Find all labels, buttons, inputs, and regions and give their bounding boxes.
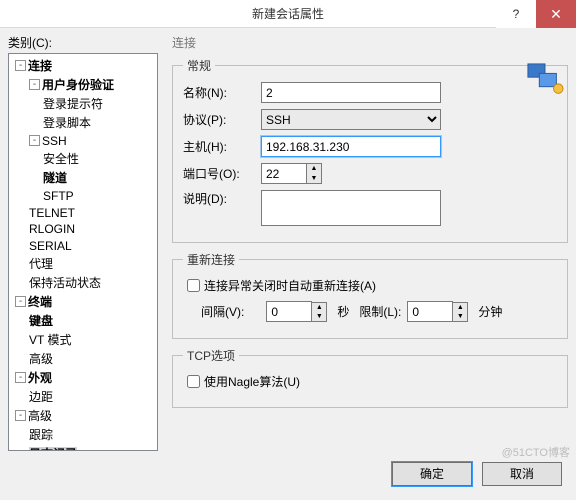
- tree-item[interactable]: 登录脚本: [9, 113, 157, 132]
- host-input[interactable]: [261, 136, 441, 157]
- tree-item[interactable]: -用户身份验证: [9, 75, 157, 94]
- tree-item[interactable]: 安全性: [9, 149, 157, 168]
- name-label: 名称(N):: [183, 84, 261, 101]
- window-title: 新建会话属性: [252, 5, 324, 22]
- desc-input[interactable]: [261, 190, 441, 226]
- watermark: @51CTO博客: [502, 444, 570, 460]
- expand-icon[interactable]: -: [15, 296, 26, 307]
- port-spinner[interactable]: ▲▼: [307, 163, 322, 184]
- expand-icon[interactable]: -: [15, 372, 26, 383]
- limit-input[interactable]: [407, 301, 453, 322]
- limit-spinner[interactable]: ▲▼: [453, 302, 468, 322]
- tree-item[interactable]: 键盘: [9, 311, 157, 330]
- tree-item[interactable]: -SSH: [9, 132, 157, 149]
- close-button[interactable]: ✕: [536, 0, 576, 28]
- tree-item[interactable]: -高级: [9, 406, 157, 425]
- tree-item[interactable]: -连接: [9, 56, 157, 75]
- port-label: 端口号(O):: [183, 165, 261, 182]
- expand-icon[interactable]: -: [29, 135, 40, 146]
- general-group: 常规 名称(N): 协议(P): SSH 主机(H): 端口号(O): ▲▼: [172, 57, 568, 243]
- category-label: 类别(C):: [8, 34, 158, 51]
- connection-icon: [526, 62, 564, 96]
- port-input[interactable]: [261, 163, 307, 184]
- tree-item[interactable]: VT 模式: [9, 330, 157, 349]
- tree-item[interactable]: 登录提示符: [9, 94, 157, 113]
- protocol-label: 协议(P):: [183, 111, 261, 128]
- tree-item[interactable]: SERIAL: [9, 237, 157, 254]
- auto-reconnect-label: 连接异常关闭时自动重新连接(A): [204, 277, 376, 294]
- tree-item[interactable]: 隧道: [9, 168, 157, 187]
- tree-item[interactable]: -终端: [9, 292, 157, 311]
- cancel-button[interactable]: 取消: [482, 462, 562, 486]
- tree-item[interactable]: 高级: [9, 349, 157, 368]
- help-button[interactable]: ?: [496, 0, 536, 28]
- nagle-label: 使用Nagle算法(U): [204, 373, 300, 390]
- tcp-group: TCP选项 使用Nagle算法(U): [172, 347, 568, 408]
- interval-label: 间隔(V):: [201, 303, 244, 320]
- tree-item[interactable]: 边距: [9, 387, 157, 406]
- tree-item[interactable]: SFTP: [9, 187, 157, 204]
- expand-icon[interactable]: -: [15, 410, 26, 421]
- reconnect-group: 重新连接 连接异常关闭时自动重新连接(A) 间隔(V): ▲▼ 秒 限制(L):…: [172, 251, 568, 339]
- title-bar: 新建会话属性 ? ✕: [0, 0, 576, 28]
- name-input[interactable]: [261, 82, 441, 103]
- tree-item[interactable]: -外观: [9, 368, 157, 387]
- interval-input[interactable]: [266, 301, 312, 322]
- ok-button[interactable]: 确定: [392, 462, 472, 486]
- host-label: 主机(H):: [183, 138, 261, 155]
- tree-item[interactable]: RLOGIN: [9, 220, 157, 237]
- desc-label: 说明(D):: [183, 190, 261, 207]
- expand-icon[interactable]: -: [29, 79, 40, 90]
- auto-reconnect-checkbox[interactable]: [187, 279, 200, 292]
- category-tree[interactable]: -连接-用户身份验证登录提示符登录脚本-SSH安全性隧道SFTPTELNETRL…: [8, 53, 158, 451]
- nagle-checkbox[interactable]: [187, 375, 200, 388]
- panel-heading: 连接: [172, 34, 568, 51]
- expand-icon[interactable]: -: [15, 60, 26, 71]
- tree-item[interactable]: 保持活动状态: [9, 273, 157, 292]
- interval-spinner[interactable]: ▲▼: [312, 302, 327, 322]
- tree-item[interactable]: 代理: [9, 254, 157, 273]
- limit-label: 限制(L):: [359, 303, 401, 320]
- tree-item[interactable]: 跟踪: [9, 425, 157, 444]
- tree-item[interactable]: TELNET: [9, 204, 157, 221]
- tree-item[interactable]: 日志记录: [9, 444, 157, 451]
- protocol-select[interactable]: SSH: [261, 109, 441, 130]
